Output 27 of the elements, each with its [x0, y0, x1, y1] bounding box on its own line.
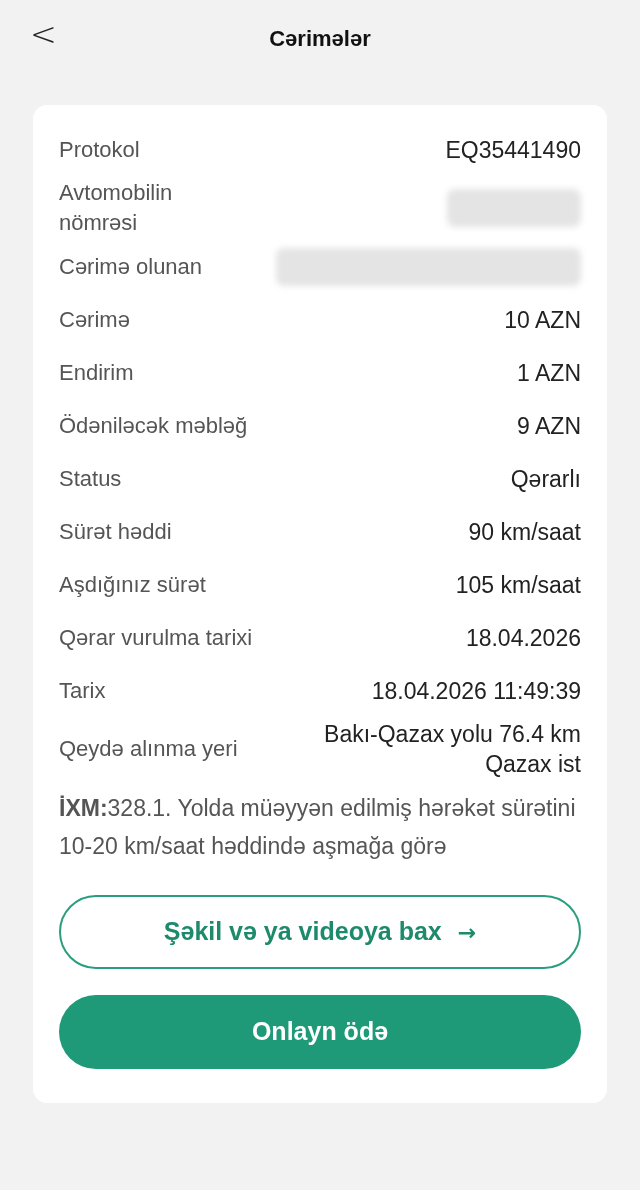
field-label: Endirim — [59, 358, 134, 387]
field-label: Tarix — [59, 676, 106, 705]
view-media-button[interactable]: Şəkil və ya videoya bax → — [59, 895, 581, 969]
page-title: Cərimələr — [269, 24, 371, 53]
field-label: Ödəniləcək məbləğ — [59, 411, 248, 440]
field-label: Aşdığınız sürət — [59, 570, 206, 599]
field-label: Status — [59, 464, 122, 493]
field-value: EQ35441490 — [445, 135, 581, 165]
field-label: Qeydə alınma yeri — [59, 735, 238, 763]
field-label: Cərimə — [59, 305, 130, 334]
field-value: Qərarlı — [510, 464, 581, 494]
field-value: 90 km/saat — [468, 517, 581, 547]
field-value: Bakı-Qazax yolu 76.4 km Qazax ist — [323, 720, 581, 779]
field-value: 9 AZN — [517, 411, 581, 441]
field-label: Sürət həddi — [59, 517, 172, 546]
field-label: Avtomobilin nömrəsi — [59, 179, 174, 237]
field-label: Qərar vurulma tarixi — [59, 623, 253, 652]
violation-description: İXM:328.1. Yolda müəyyən edilmiş hərəkət sürətini 10-20 km/saat həddində aşmağa görə — [59, 794, 577, 861]
field-value: 105 km/saat — [455, 570, 581, 600]
field-label: Cərimə olunan — [59, 252, 203, 281]
field-label: Protokol — [59, 135, 140, 164]
field-value: 1 AZN — [517, 358, 581, 388]
field-value: 10 AZN — [504, 305, 581, 335]
field-value: 18.04.2026 — [465, 623, 581, 653]
field-value: 18.04.2026 11:49:39 — [371, 676, 581, 706]
back-button[interactable]: < — [30, 18, 57, 50]
pay-button[interactable]: Onlayn ödə — [59, 995, 581, 1069]
